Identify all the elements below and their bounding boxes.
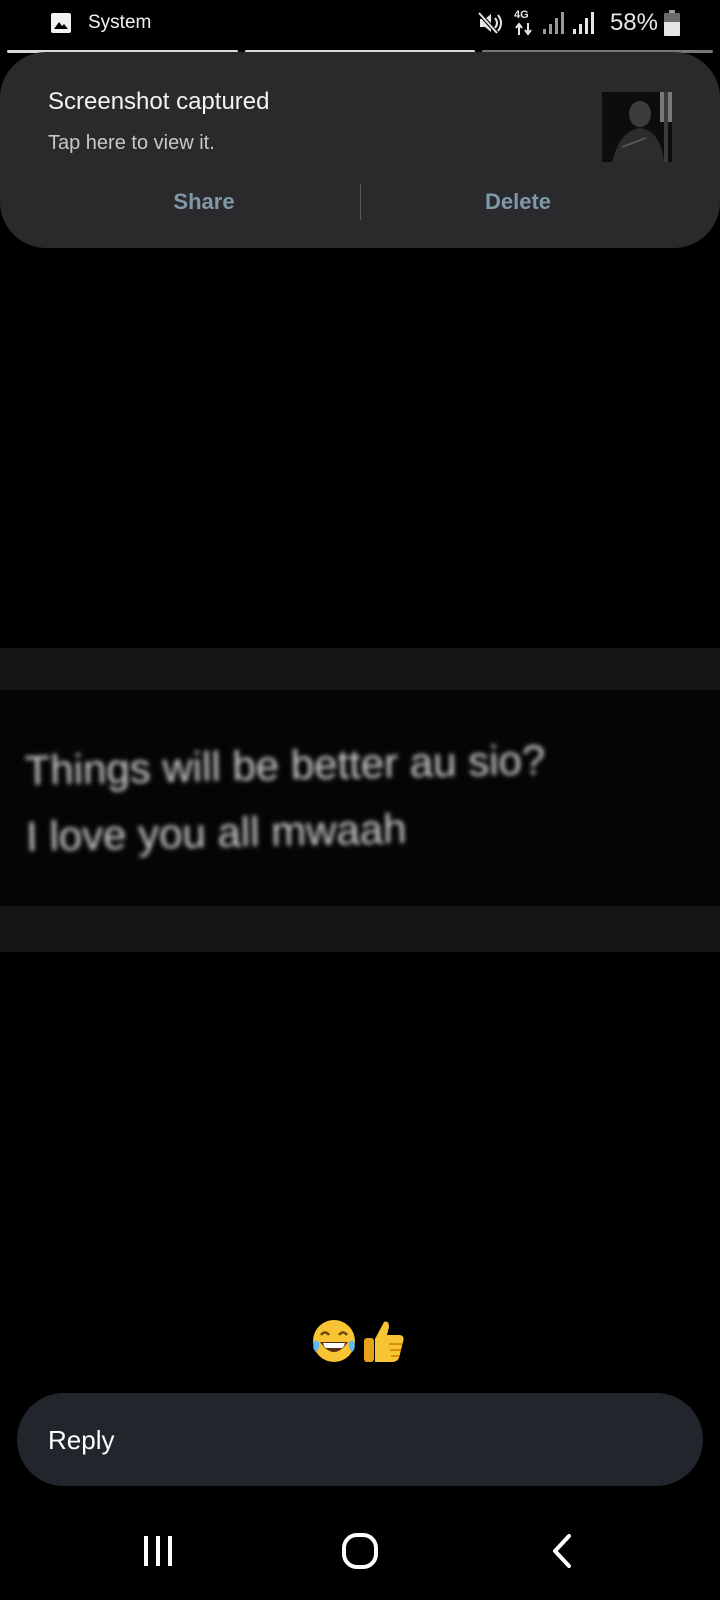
reactions: [312, 1318, 406, 1364]
share-button[interactable]: Share: [104, 182, 304, 222]
screenshot-thumbnail[interactable]: [602, 92, 672, 162]
screenshot-notification[interactable]: Screenshot captured Tap here to view it.…: [0, 52, 720, 248]
mute-icon: [477, 11, 504, 35]
story-text: Things will be better au sio? I love you…: [24, 724, 707, 870]
notification-subtitle: Tap here to view it.: [48, 132, 215, 154]
reply-placeholder: Reply: [48, 1425, 115, 1455]
signal-icon: [542, 12, 566, 34]
back-button[interactable]: [532, 1526, 592, 1576]
thumbs-up-emoji[interactable]: [362, 1318, 406, 1364]
delete-button[interactable]: Delete: [418, 182, 618, 222]
status-left: System: [50, 11, 151, 35]
status-bar: System 4G 58%: [0, 0, 720, 48]
navigation-bar: [0, 1500, 720, 1600]
story-band-bottom: [0, 906, 720, 952]
battery-percent: 58%: [609, 9, 658, 36]
network-label: 4G: [513, 9, 529, 21]
reply-input[interactable]: Reply: [17, 1393, 703, 1486]
data-4g-icon: 4G: [514, 9, 534, 37]
back-icon: [553, 1534, 571, 1568]
status-app-name: System: [88, 12, 152, 33]
notification-title: Screenshot captured: [48, 88, 270, 115]
laughing-emoji[interactable]: [312, 1318, 356, 1364]
status-right: 4G 58%: [477, 8, 680, 38]
gallery-icon: [50, 12, 72, 34]
home-button[interactable]: [330, 1526, 390, 1576]
actions-divider: [360, 184, 361, 220]
signal-icon: [572, 12, 596, 34]
story-band-top: [0, 648, 720, 690]
recent-apps-button[interactable]: [128, 1526, 188, 1576]
home-icon: [342, 1533, 378, 1569]
battery-icon: [664, 10, 680, 36]
notification-actions: Share Delete: [0, 182, 720, 222]
recent-apps-icon: [144, 1536, 172, 1566]
